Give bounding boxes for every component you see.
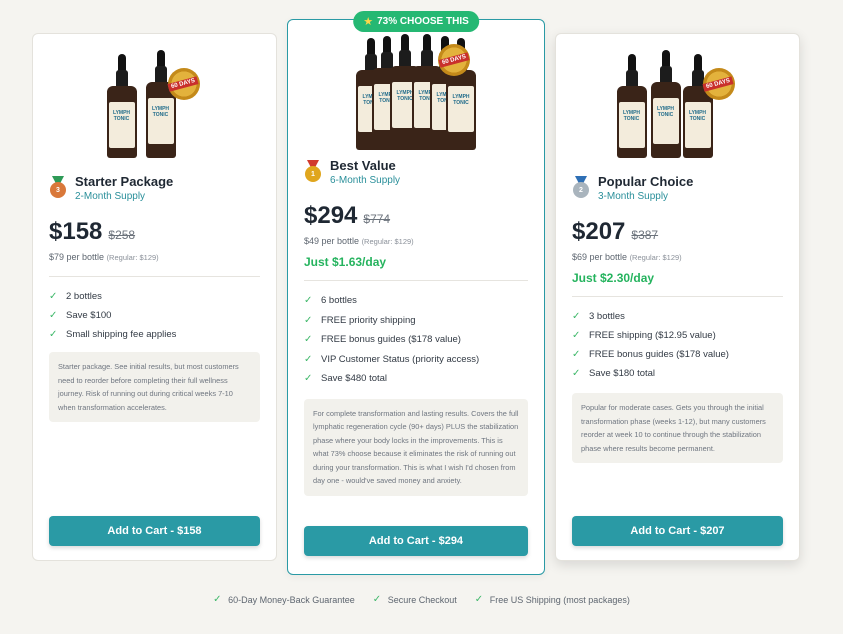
plan-note: Starter package. See initial results, bu… xyxy=(49,352,260,422)
feature-item: ✓ Save $480 total xyxy=(304,373,388,385)
feature-list: ✓ 3 bottles ✓ FREE shipping ($12.95 value)… xyxy=(572,307,783,383)
gold-medal-icon: 1 xyxy=(304,160,322,182)
bottle-icon: LYMPH TONIC xyxy=(446,38,476,150)
feature-item: ✓ Save $180 total xyxy=(572,368,656,379)
check-icon: ✓ xyxy=(304,334,313,346)
trust-item: ✓ 60-Day Money-Back Guarantee xyxy=(213,594,355,605)
price: $207 xyxy=(572,218,626,245)
plan-note: For complete transformation and lasting … xyxy=(304,398,528,496)
divider xyxy=(572,296,783,297)
plan-name: Best Value xyxy=(330,158,396,173)
popular-badge: ★ 73% CHOOSE THIS xyxy=(353,11,479,32)
add-to-cart-button[interactable]: Add to Cart - $158 xyxy=(49,516,260,546)
feature-item: ✓ Small shipping fee applies xyxy=(49,329,177,340)
bottle-icon: LYMPH TONIC xyxy=(650,50,681,158)
per-bottle: $79 per bottle (Regular: $129) xyxy=(49,252,159,262)
daily-price: Just $2.30/day xyxy=(572,271,655,285)
add-to-cart-button[interactable]: Add to Cart - $294 xyxy=(304,526,528,556)
plan-card-popular: LYMPH TONIC LYMPH TONIC LYMPH TONIC 60 D… xyxy=(555,33,800,561)
plan-name: Popular Choice xyxy=(598,174,694,189)
check-icon: ✓ xyxy=(572,311,581,322)
plan-subtitle: 3-Month Supply xyxy=(598,191,669,202)
plan-card-starter: LYMPH TONIC LYMPH TONIC 60 DAYS 3 Starte… xyxy=(32,33,277,561)
product-image: LYMPH TONIC LYMPH TONIC LYMPH TONIC 60 D… xyxy=(613,48,743,158)
check-icon: ✓ xyxy=(304,373,313,385)
check-icon: ✓ xyxy=(572,349,581,360)
feature-item: ✓ FREE bonus guides ($178 value) xyxy=(304,334,461,346)
check-icon: ✓ xyxy=(304,295,313,307)
old-price: $387 xyxy=(631,228,659,242)
feature-item: ✓ 2 bottles xyxy=(49,291,102,302)
bottle-icon: LYMPH TONIC xyxy=(682,54,713,158)
daily-price: Just $1.63/day xyxy=(304,255,387,269)
plan-note: Popular for moderate cases. Gets you thr… xyxy=(572,393,783,463)
old-price: $258 xyxy=(108,228,136,242)
check-icon: ✓ xyxy=(49,310,58,321)
feature-item: ✓ FREE bonus guides ($178 value) xyxy=(572,349,729,360)
product-image: LYMPH TONIC LYMPH TONIC 60 DAYS xyxy=(90,48,220,158)
check-icon: ✓ xyxy=(572,330,581,341)
seal-icon: 60 DAYS xyxy=(167,68,200,100)
check-icon: ✓ xyxy=(213,594,222,605)
per-bottle: $49 per bottle (Regular: $129) xyxy=(304,236,414,246)
divider xyxy=(49,276,260,277)
silver-medal-icon: 2 xyxy=(572,176,590,198)
add-to-cart-button[interactable]: Add to Cart - $207 xyxy=(572,516,783,546)
trust-item: ✓ Secure Checkout xyxy=(372,594,457,605)
feature-item: ✓ 3 bottles xyxy=(572,311,625,322)
check-icon: ✓ xyxy=(49,291,58,302)
bottle-icon: LYMPH TONIC xyxy=(106,54,137,158)
feature-item: ✓ Save $100 xyxy=(49,310,112,321)
plan-subtitle: 6-Month Supply xyxy=(330,175,401,186)
trust-footer: ✓ 60-Day Money-Back Guarantee ✓ Secure Che… xyxy=(0,594,843,605)
feature-list: ✓ 2 bottles ✓ Save $100 ✓ Small shipping fe… xyxy=(49,287,260,344)
seal-icon: 60 DAYS xyxy=(702,68,735,100)
divider xyxy=(304,280,528,281)
check-icon: ✓ xyxy=(304,353,313,365)
check-icon: ✓ xyxy=(372,594,382,605)
per-bottle: $69 per bottle (Regular: $129) xyxy=(572,252,682,262)
plan-card-best-value: ★ 73% CHOOSE THIS LYMPH TONIC LYMPH TONI… xyxy=(287,11,545,575)
trust-item: ✓ Free US Shipping (most packages) xyxy=(474,594,630,605)
check-icon: ✓ xyxy=(572,368,581,379)
seal-icon: 60 DAYS xyxy=(438,44,470,76)
feature-item: ✓ FREE shipping ($12.95 value) xyxy=(572,330,716,341)
price: $294 xyxy=(304,202,358,229)
check-icon: ✓ xyxy=(474,594,484,605)
bronze-medal-icon: 3 xyxy=(49,176,67,198)
feature-list: ✓ 6 bottles ✓ FREE priority shipping ✓ FREE… xyxy=(304,291,528,389)
price: $158 xyxy=(49,218,103,245)
plan-subtitle: 2-Month Supply xyxy=(75,191,146,202)
old-price: $774 xyxy=(363,212,391,226)
feature-item: ✓ FREE priority shipping xyxy=(304,314,416,326)
bottle-icon: LYMPH TONIC xyxy=(616,54,647,158)
plan-name: Starter Package xyxy=(75,174,174,189)
product-image: LYMPH TONIC LYMPH TONIC LYMPH TONIC LYMP… xyxy=(356,30,476,150)
check-icon: ✓ xyxy=(304,314,313,326)
star-icon: ★ xyxy=(363,16,374,28)
feature-item: ✓ 6 bottles xyxy=(304,295,357,307)
check-icon: ✓ xyxy=(49,329,58,340)
feature-item: ✓ VIP Customer Status (priority access) xyxy=(304,353,480,365)
